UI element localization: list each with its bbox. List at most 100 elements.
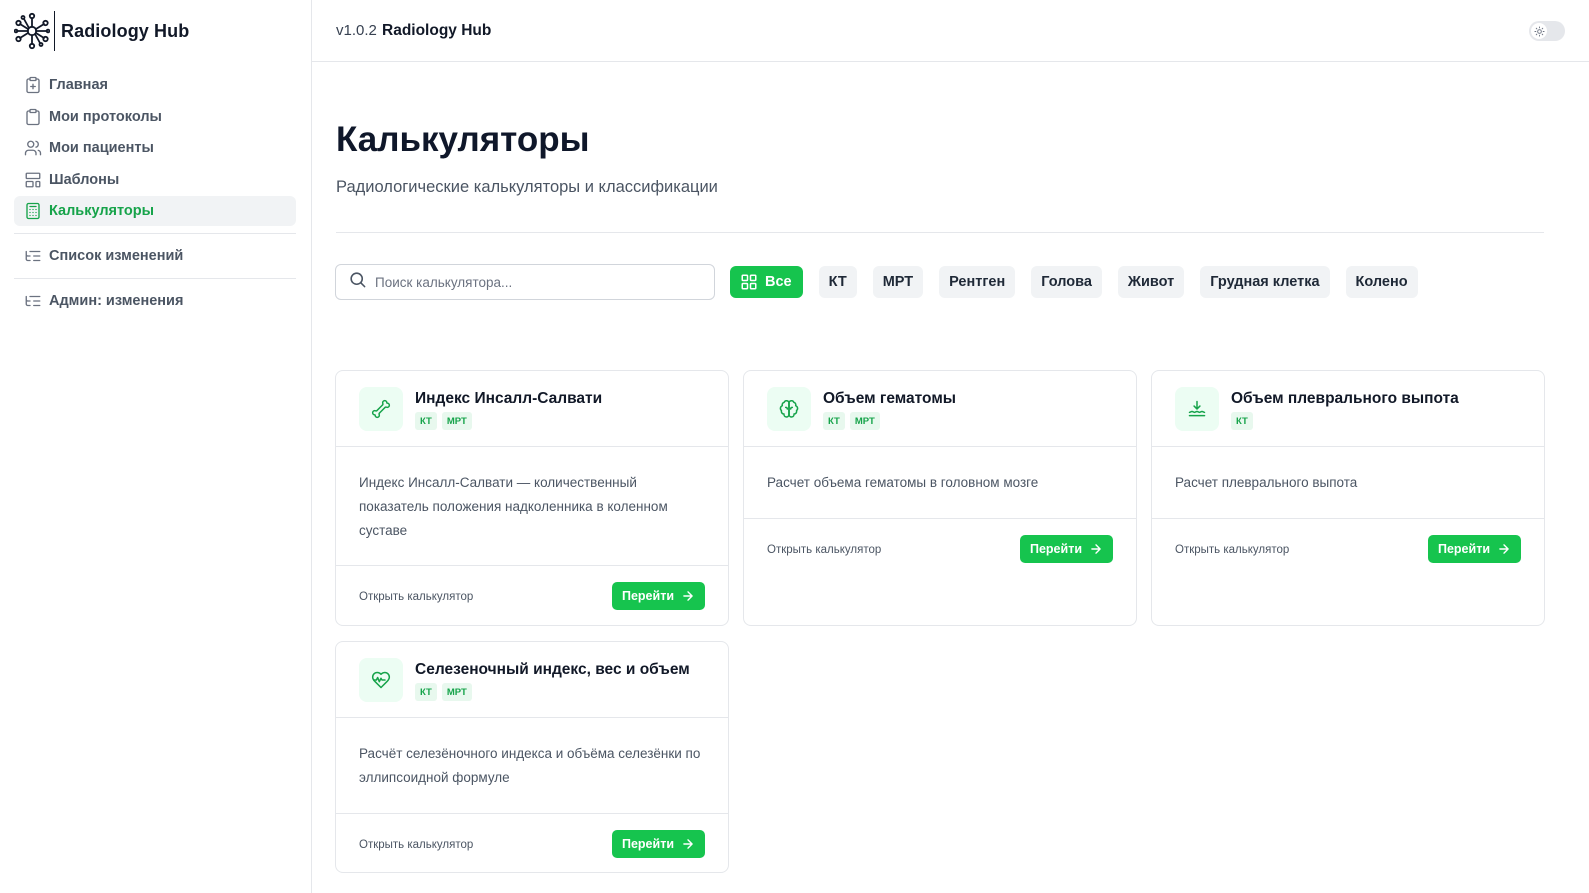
modality-tag: КТ	[823, 412, 845, 430]
arrow-right-icon	[681, 837, 695, 851]
card-title: Селезеночный индекс, вес и объем	[415, 661, 690, 678]
sidebar-item-calculators[interactable]: Калькуляторы	[14, 196, 296, 227]
card-description: Расчет плеврального выпота	[1152, 447, 1544, 519]
modality-tag: КТ	[415, 683, 437, 701]
sidebar-item-protocols[interactable]: Мои протоколы	[14, 102, 296, 132]
go-button[interactable]: Перейти	[611, 582, 705, 610]
card-description: Индекс Инсалл-Салвати — количественный п…	[336, 447, 728, 566]
arrow-right-icon	[1089, 542, 1103, 556]
card-tags: КТ МРТ	[823, 412, 880, 430]
brain-icon	[767, 387, 811, 431]
filter-xray[interactable]: Рентген	[939, 266, 1016, 298]
header-title: Radiology Hub	[382, 22, 492, 39]
fluid-level-icon	[1175, 387, 1219, 431]
nav-divider	[14, 233, 296, 235]
filter-all[interactable]: Все	[730, 266, 803, 298]
list-tree-icon	[24, 292, 42, 310]
sidebar-item-label: Админ: изменения	[49, 293, 184, 310]
card-footer: Открыть калькулятор Перейти	[336, 566, 728, 626]
card-tags: КТ	[1231, 412, 1253, 430]
filter-mri[interactable]: МРТ	[872, 266, 924, 298]
go-button-label: Перейти	[1437, 542, 1490, 556]
sidebar-item-label: Главная	[49, 77, 108, 93]
filter-label: Все	[765, 274, 792, 290]
open-calculator-text: Открыть калькулятор	[359, 839, 474, 851]
sidebar-item-patients[interactable]: Мои пациенты	[14, 133, 296, 163]
clipboard-icon	[24, 108, 42, 126]
modality-tag: КТ	[1231, 412, 1253, 430]
card-header: Объем гематомы КТ МРТ	[744, 371, 1136, 447]
layout-template-icon	[24, 171, 42, 189]
users-icon	[24, 139, 42, 157]
calculator-card[interactable]: Индекс Инсалл-Салвати КТ МРТ Индекс Инса…	[335, 370, 729, 626]
search-box[interactable]	[335, 264, 715, 300]
list-tree-icon	[24, 247, 42, 265]
arrow-right-icon	[1497, 542, 1511, 556]
modality-tag: МРТ	[849, 412, 880, 430]
bone-icon	[359, 387, 403, 431]
search-icon	[348, 270, 367, 294]
go-button-label: Перейти	[621, 589, 674, 603]
card-header: Объем плеврального выпота КТ	[1152, 371, 1544, 447]
sidebar: Radiology Hub Главная Мои протоколы Мои …	[0, 0, 312, 893]
sidebar-item-label: Мои пациенты	[49, 140, 154, 157]
page-title: Калькуляторы	[336, 120, 590, 159]
calculator-card[interactable]: Объем гематомы КТ МРТ Расчет объема гема…	[743, 370, 1137, 626]
arrow-right-icon	[681, 589, 695, 603]
card-header: Селезеночный индекс, вес и объем КТ МРТ	[336, 642, 728, 718]
logo-divider	[54, 11, 55, 51]
calculator-icon	[24, 202, 42, 220]
theme-toggle[interactable]	[1529, 21, 1565, 41]
card-footer: Открыть калькулятор Перейти	[336, 814, 728, 874]
open-calculator-text: Открыть калькулятор	[1175, 544, 1290, 556]
modality-tag: КТ	[415, 412, 437, 430]
sidebar-item-label: Мои протоколы	[49, 108, 162, 125]
filter-knee[interactable]: Колено	[1345, 266, 1418, 298]
calculator-card[interactable]: Селезеночный индекс, вес и объем КТ МРТ …	[335, 641, 729, 873]
filter-abdomen[interactable]: Живот	[1117, 266, 1185, 298]
card-footer: Открыть калькулятор Перейти	[1152, 519, 1544, 579]
section-divider	[336, 232, 1544, 233]
sidebar-item-templates[interactable]: Шаблоны	[14, 165, 296, 195]
brand-logo[interactable]: Radiology Hub	[14, 10, 189, 52]
open-calculator-text: Открыть калькулятор	[359, 591, 474, 603]
clipboard-plus-icon	[24, 76, 42, 94]
filter-chips: Все КТ МРТ Рентген Голова Живот Грудная …	[730, 266, 1418, 298]
filter-ct[interactable]: КТ	[818, 266, 857, 298]
calculator-card[interactable]: Объем плеврального выпота КТ Расчет плев…	[1151, 370, 1545, 626]
search-input[interactable]	[375, 274, 695, 290]
heart-pulse-icon	[359, 658, 403, 702]
go-button[interactable]: Перейти	[1427, 535, 1521, 563]
modality-tag: МРТ	[441, 683, 472, 701]
top-header: v1.0.2 Radiology Hub	[312, 0, 1589, 62]
brand-name: Radiology Hub	[61, 20, 190, 41]
card-title: Объем плеврального выпота	[1231, 390, 1459, 407]
card-title: Объем гематомы	[823, 390, 957, 407]
card-tags: КТ МРТ	[415, 412, 472, 430]
sidebar-item-home[interactable]: Главная	[14, 70, 296, 100]
go-button-label: Перейти	[1029, 542, 1082, 556]
sidebar-item-label: Калькуляторы	[49, 203, 155, 220]
sidebar-item-label: Шаблоны	[49, 171, 120, 188]
sidebar-nav: Главная Мои протоколы Мои пациенты Шабло…	[14, 70, 296, 318]
network-logo-icon	[14, 12, 50, 50]
filter-chest[interactable]: Грудная клетка	[1200, 266, 1330, 298]
card-footer: Открыть калькулятор Перейти	[744, 519, 1136, 579]
sidebar-item-admin-changes[interactable]: Админ: изменения	[14, 286, 296, 316]
card-description: Расчет объема гематомы в головном мозге	[744, 447, 1136, 519]
sidebar-item-label: Список изменений	[49, 248, 184, 265]
card-title: Индекс Инсалл-Салвати	[415, 390, 603, 407]
modality-tag: МРТ	[441, 412, 472, 430]
card-tags: КТ МРТ	[415, 683, 472, 701]
filter-head[interactable]: Голова	[1031, 266, 1102, 298]
nav-divider	[14, 278, 296, 280]
page-subtitle: Радиологические калькуляторы и классифик…	[336, 178, 718, 196]
go-button[interactable]: Перейти	[611, 830, 705, 858]
app-version: v1.0.2	[336, 22, 377, 39]
card-description: Расчёт селезёночного индекса и объёма се…	[336, 718, 728, 814]
go-button[interactable]: Перейти	[1019, 535, 1113, 563]
open-calculator-text: Открыть калькулятор	[767, 544, 882, 556]
sun-icon	[1531, 23, 1547, 39]
sidebar-item-changelog[interactable]: Список изменений	[14, 241, 296, 271]
card-header: Индекс Инсалл-Салвати КТ МРТ	[336, 371, 728, 447]
